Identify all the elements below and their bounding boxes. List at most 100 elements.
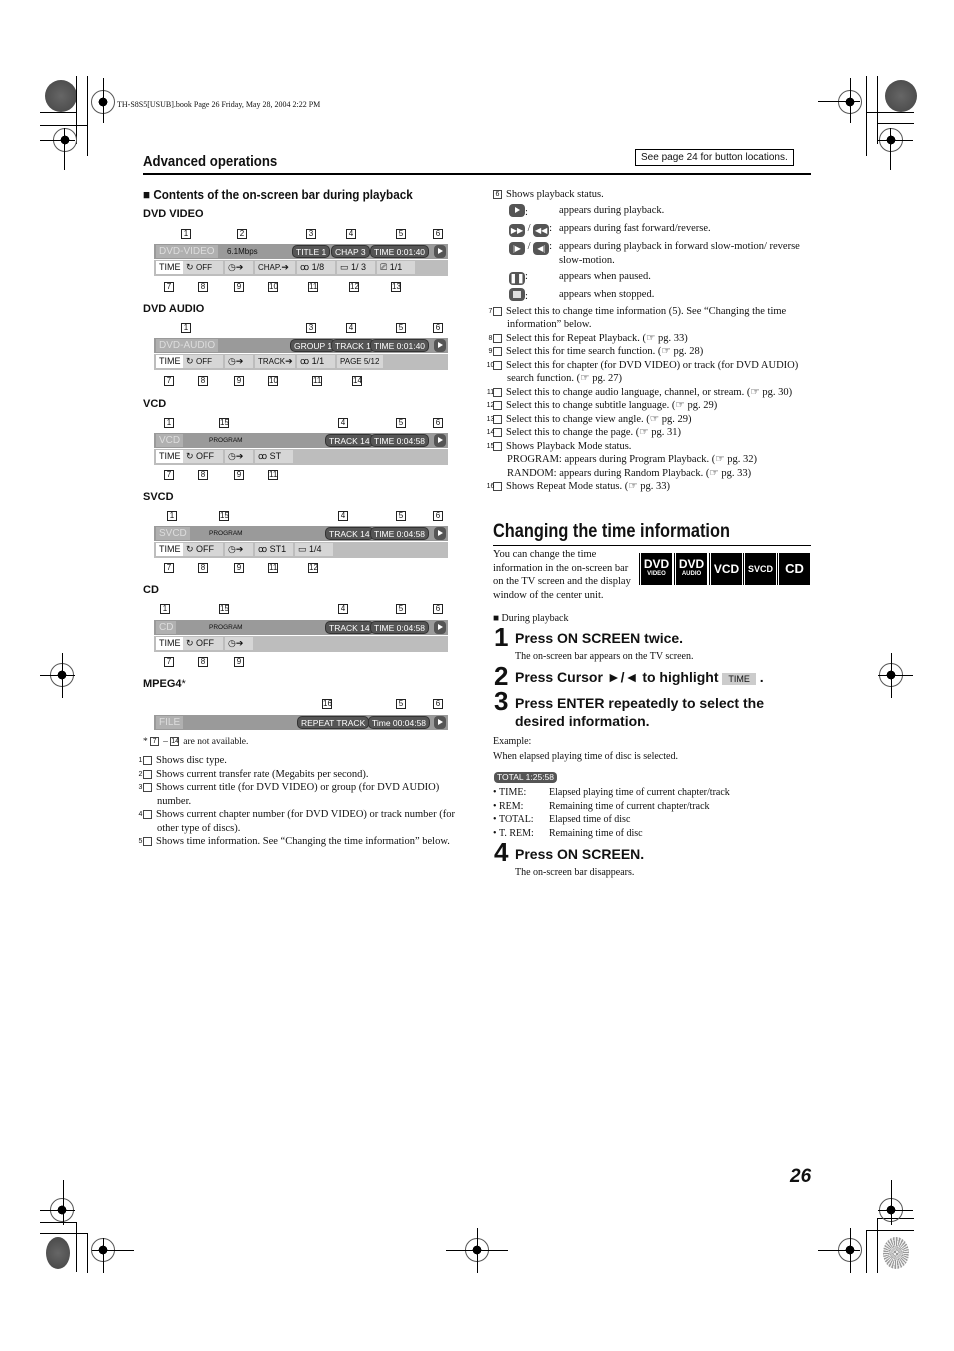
- list-item: 15 Shows Playback Mode status.: [486, 440, 632, 452]
- status-row: : appears when stopped.: [509, 288, 811, 304]
- rewind-icon: ◀◀: [533, 224, 550, 237]
- chapter-search-button[interactable]: CHAP.➔: [255, 261, 295, 274]
- repeat-button[interactable]: ↻ OFF: [183, 261, 223, 274]
- callout-number: 15: [219, 511, 229, 521]
- subtitle-button[interactable]: ▭ 1/4: [295, 543, 333, 556]
- disc-type: SVCD: [156, 527, 190, 540]
- audio-button[interactable]: ꝏ 1/8: [297, 261, 335, 274]
- subtitle-button[interactable]: ▭ 1/ 3: [337, 261, 375, 274]
- time-search-button[interactable]: ◷➔: [225, 543, 253, 556]
- callout-number: 2: [237, 229, 247, 239]
- callout-number: 10: [268, 376, 278, 386]
- disc-label-cd: CD: [143, 584, 159, 596]
- list-item: 6 Shows playback status.: [493, 188, 811, 202]
- repeat-icon: ↻: [186, 544, 197, 554]
- time-search-button[interactable]: ◷➔: [225, 261, 253, 274]
- list-item: 10 Select this for chapter (for DVD VIDEO…: [486, 359, 799, 385]
- callout-number: 9: [234, 657, 244, 667]
- audio-button[interactable]: ꝏ ST: [255, 450, 293, 463]
- step-text: Press ON SCREEN.: [515, 846, 645, 862]
- callout-number: 11: [308, 282, 318, 292]
- status-row: ❚❚: appears when paused.: [509, 271, 651, 285]
- list-item: • TIME: Elapsed playing time of current c…: [493, 787, 730, 798]
- time-search-button[interactable]: ◷➔: [225, 355, 253, 368]
- color-bar-disc-icon: [45, 80, 77, 112]
- time-button[interactable]: TIME: [156, 450, 184, 463]
- list-subitem: PROGRAM: appears during Program Playback…: [507, 454, 758, 465]
- callout-number: 8: [198, 376, 208, 386]
- step-number: 4: [494, 837, 509, 867]
- arrow-icon: ➔: [281, 262, 289, 272]
- group-number: GROUP 1: [290, 339, 337, 352]
- callout-number: 6: [433, 699, 443, 709]
- track-number: TRACK 14: [325, 434, 374, 447]
- disc-type: CD: [156, 621, 177, 634]
- footnote: * 7– 14 are not available.: [143, 737, 249, 747]
- time-section-rule: [493, 545, 811, 546]
- repeat-icon: ↻: [186, 262, 197, 272]
- time-search-button[interactable]: ◷➔: [225, 637, 253, 650]
- audio-icon: ꝏ: [258, 544, 270, 554]
- callout-number: 6: [433, 604, 443, 614]
- status-row: : appears during playback.: [509, 203, 811, 220]
- total-time-chip: TOTAL 1:25:58: [494, 772, 558, 783]
- callout-number: 5: [396, 323, 406, 333]
- callout-number: 14: [352, 376, 362, 386]
- play-status-icon: [434, 245, 446, 258]
- list-item: 4 Shows current chapter number (for DVD V…: [138, 809, 455, 834]
- step-number: 3: [494, 686, 509, 716]
- list-item: 5 Shows time information. See “Changing t…: [138, 836, 450, 847]
- callout-number: 11: [312, 376, 322, 386]
- time-search-button[interactable]: ◷➔: [225, 450, 253, 463]
- callout-number: 9: [234, 376, 244, 386]
- step-text: Press ENTER repeatedly to select the des…: [515, 695, 764, 729]
- play-status-icon: [434, 621, 446, 634]
- callout-number: 1: [160, 604, 170, 614]
- callout-number: 11: [268, 470, 278, 480]
- repeat-button[interactable]: ↻ OFF: [183, 543, 223, 556]
- audio-button[interactable]: ꝏ ST1: [255, 543, 293, 556]
- track-number: TRACK 14: [325, 621, 374, 634]
- status-row: |▶ / ◀|: appears during playback in forw…: [509, 240, 811, 267]
- time-button[interactable]: TIME: [156, 261, 184, 274]
- disc-type: FILE: [156, 716, 184, 729]
- disc-label-vcd: VCD: [143, 398, 167, 410]
- track-search-button[interactable]: TRACK➔: [255, 355, 295, 368]
- clock-arrow-icon: ◷➔: [228, 262, 244, 272]
- repeat-mode: REPEAT TRACK: [297, 716, 370, 729]
- repeat-icon: ↻: [186, 356, 197, 366]
- print-header: TH-S8S5[USUB].book Page 26 Friday, May 2…: [117, 100, 321, 109]
- list-item: 16 Shows Repeat Mode status. (☞ pg. 33): [486, 481, 670, 492]
- list-item: • REM: Remaining time of current chapter/…: [493, 800, 710, 812]
- time-button[interactable]: TIME: [156, 543, 184, 556]
- time-button[interactable]: TIME: [156, 637, 184, 650]
- step-text: Press Cursor ►/◄ to highlight TIME .: [515, 669, 764, 685]
- color-bar-disc-icon: [883, 1237, 909, 1269]
- list-item: 3 Shows current title (for DVD VIDEO) or …: [138, 782, 440, 807]
- play-status-icon: [434, 434, 446, 447]
- callout-number: 1: [181, 229, 191, 239]
- audio-button[interactable]: ꝏ 1/1: [297, 355, 335, 368]
- playback-mode: PROGRAM: [209, 624, 243, 631]
- step-description: The on-screen bar appears on the TV scre…: [515, 651, 694, 662]
- callout-number: 7: [164, 376, 174, 386]
- page-button[interactable]: PAGE 5/12: [337, 355, 383, 368]
- playback-mode: PROGRAM: [209, 530, 243, 537]
- play-icon: [509, 203, 525, 217]
- time-display: TIME 0:04:58: [370, 527, 430, 540]
- repeat-button[interactable]: ↻ OFF: [183, 355, 223, 368]
- fast-forward-icon: ▶▶: [509, 224, 525, 237]
- callout-number: 5: [396, 418, 406, 428]
- callout-number: 7: [164, 563, 174, 573]
- callout-number: 12: [308, 563, 318, 573]
- time-button[interactable]: TIME: [156, 355, 184, 368]
- time-mode-list: • TIME: Elapsed playing time of current c…: [493, 786, 730, 840]
- angle-button[interactable]: ⎚ 1/1: [377, 261, 415, 274]
- repeat-button[interactable]: ↻ OFF: [183, 450, 223, 463]
- callout-number: 4: [338, 604, 348, 614]
- section-rule: [143, 173, 811, 175]
- callout-number: 4: [346, 323, 356, 333]
- audio-icon: ꝏ: [300, 262, 312, 272]
- disc-label-svcd: SVCD: [143, 491, 174, 503]
- repeat-button[interactable]: ↻ OFF: [183, 637, 223, 650]
